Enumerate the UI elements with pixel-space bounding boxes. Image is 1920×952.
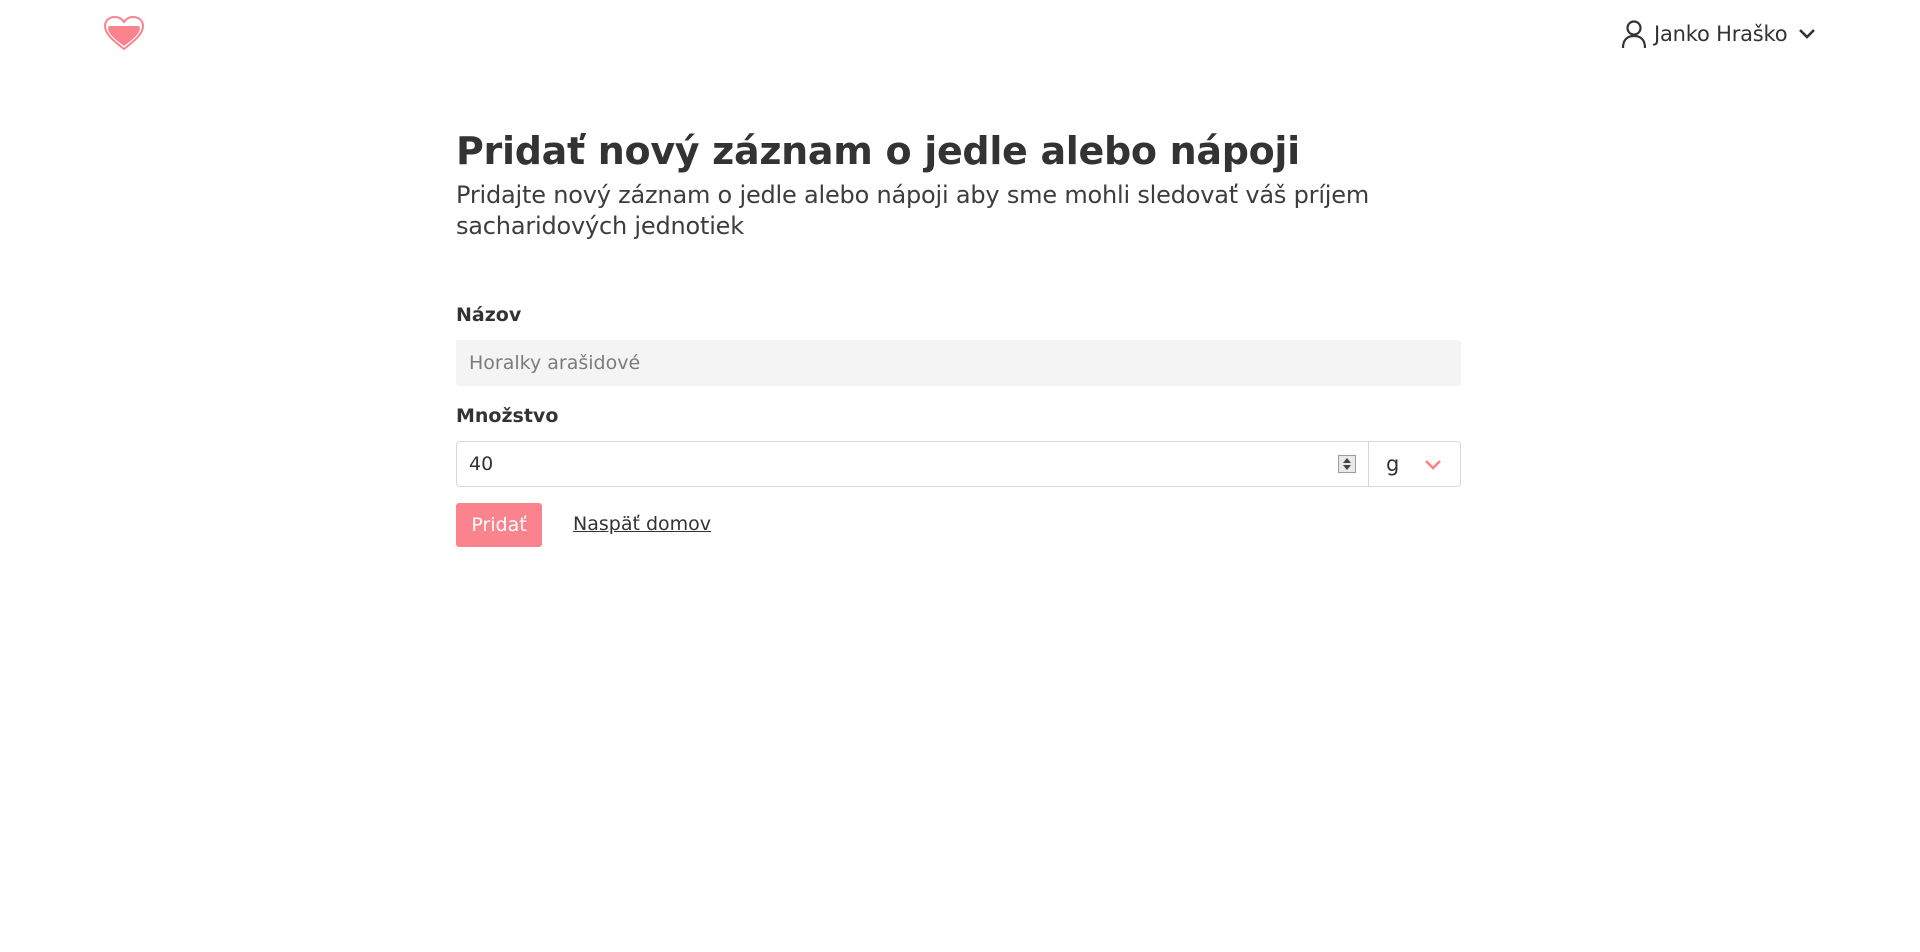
heart-logo-icon[interactable]	[104, 16, 144, 52]
user-name: Janko Hraško	[1654, 22, 1788, 46]
stepper-up-icon[interactable]	[1343, 458, 1351, 463]
stepper-down-icon[interactable]	[1343, 465, 1351, 470]
name-input[interactable]	[456, 340, 1461, 386]
back-home-link[interactable]: Naspäť domov	[573, 513, 711, 535]
unit-selected-value: g	[1386, 452, 1400, 476]
chevron-down-icon	[1799, 29, 1816, 39]
page-subtitle: Pridajte nový záznam o jedle alebo nápoj…	[456, 181, 1370, 240]
page-header: Pridať nový záznam o jedle alebo nápoji …	[456, 122, 1461, 242]
add-button[interactable]: Pridať	[456, 503, 542, 547]
quantity-stepper[interactable]	[1338, 455, 1356, 473]
page-title: Pridať nový záznam o jedle alebo nápoji	[456, 129, 1300, 173]
unit-select[interactable]: g	[1368, 442, 1460, 486]
name-label: Názov	[456, 304, 522, 326]
user-icon	[1621, 20, 1647, 49]
quantity-input[interactable]	[457, 442, 1338, 486]
chevron-down-icon	[1425, 460, 1441, 470]
quantity-group: g	[456, 441, 1461, 487]
user-menu[interactable]: Janko Hraško	[1620, 14, 1817, 54]
quantity-label: Množstvo	[456, 405, 559, 427]
